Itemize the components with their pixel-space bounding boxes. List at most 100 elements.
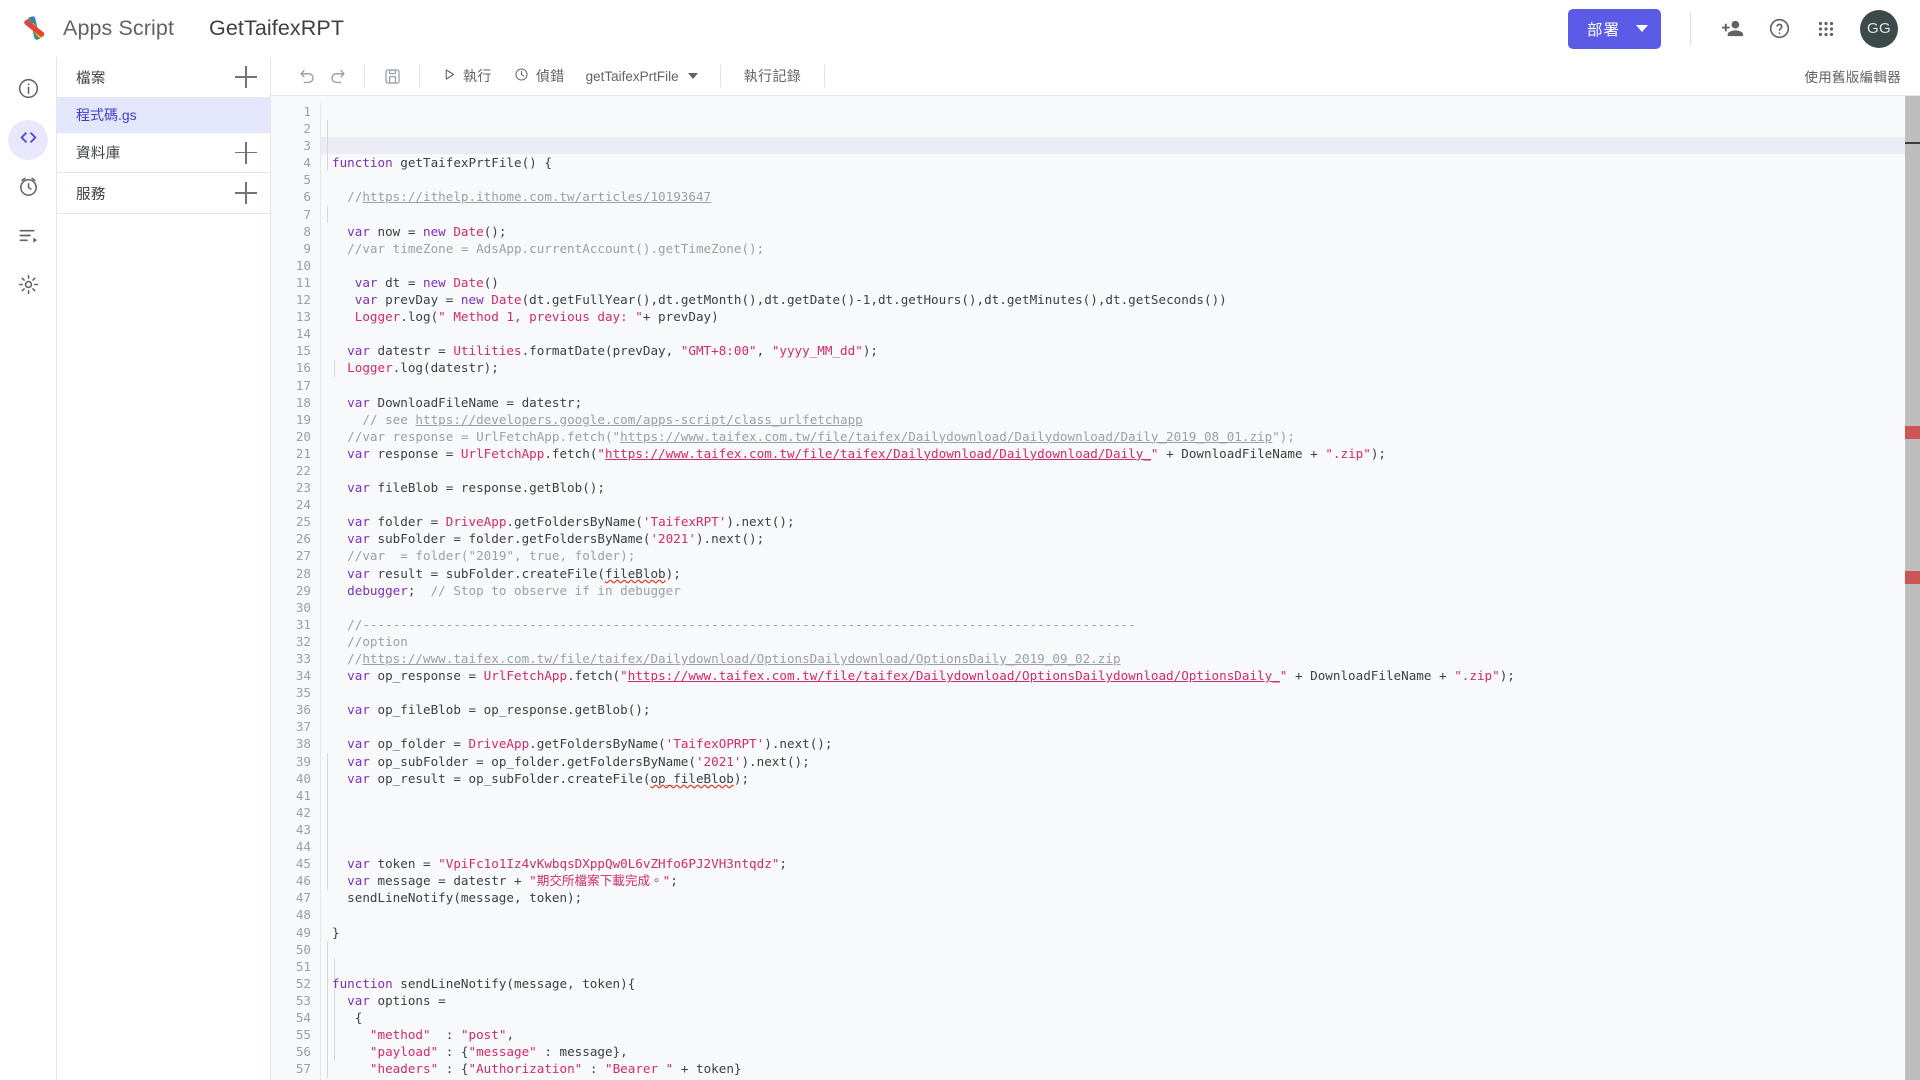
error-marker[interactable]: [1905, 426, 1920, 439]
code-line[interactable]: var subFolder = folder.getFoldersByName(…: [332, 530, 1905, 547]
add-library-icon[interactable]: [235, 141, 257, 164]
deploy-button[interactable]: 部署: [1567, 8, 1661, 49]
code-line[interactable]: var op_subFolder = op_folder.getFoldersB…: [332, 753, 1905, 770]
sidebar-item-executions[interactable]: [8, 218, 48, 258]
code-line[interactable]: var result = subFolder.createFile(fileBl…: [332, 565, 1905, 582]
code-line[interactable]: {: [332, 1009, 1905, 1026]
line-number: 10: [295, 257, 311, 273]
sidebar-item-settings[interactable]: [8, 267, 48, 307]
debug-button[interactable]: 偵錯: [503, 61, 576, 91]
code-line[interactable]: //var response = UrlFetchApp.fetch("http…: [332, 428, 1905, 445]
code-line[interactable]: //option: [332, 633, 1905, 650]
header-actions: 部署 GG: [1567, 7, 1898, 51]
code-editor[interactable]: 1 2 3 4 5 6 7 8 9 10 11 12 13 14 15 16 17 18 19 20 21 22 23 24 2…: [271, 95, 1920, 1080]
code-line[interactable]: [332, 958, 1905, 975]
code-line[interactable]: Logger.log(" Method 1, previous day: "+ …: [332, 308, 1905, 325]
line-number: 18: [295, 394, 311, 410]
code-line[interactable]: [332, 821, 1905, 838]
code-line[interactable]: var message = datestr + "期交所檔案下載完成。";: [332, 872, 1905, 889]
code-line[interactable]: var DownloadFileName = datestr;: [332, 394, 1905, 411]
code-line[interactable]: "method" : "post",: [332, 1026, 1905, 1043]
play-icon: [443, 68, 456, 84]
code-line[interactable]: //https://www.taifex.com.tw/file/taifex/…: [332, 650, 1905, 667]
code-line[interactable]: var fileBlob = response.getBlob();: [332, 479, 1905, 496]
add-file-icon[interactable]: [235, 66, 257, 88]
run-button[interactable]: 執行: [432, 61, 503, 91]
vertical-scrollbar[interactable]: [1905, 96, 1920, 1080]
code-content[interactable]: function getTaifexPrtFile() { //https://…: [320, 103, 1905, 1080]
code-line[interactable]: var prevDay = new Date(dt.getFullYear(),…: [332, 291, 1905, 308]
code-line[interactable]: var now = new Date();: [332, 223, 1905, 240]
code-line[interactable]: var datestr = Utilities.formatDate(prevD…: [332, 342, 1905, 359]
files-section-header[interactable]: 檔案: [57, 57, 270, 98]
active-line-highlight: [321, 137, 1905, 155]
editor-column: 執行 偵錯 getTaifexPrtFile 執行記錄 使用舊版編輯器 1 2 …: [271, 57, 1920, 1080]
code-line[interactable]: var op_folder = DriveApp.getFoldersByNam…: [332, 735, 1905, 752]
line-number: 3: [303, 138, 311, 154]
person-add-icon[interactable]: [1710, 7, 1754, 51]
code-line[interactable]: //--------------------------------------…: [332, 616, 1905, 633]
line-number: 35: [295, 685, 311, 701]
code-line[interactable]: [332, 684, 1905, 701]
code-line[interactable]: var response = UrlFetchApp.fetch("https:…: [332, 445, 1905, 462]
executions-log-button[interactable]: 執行記錄: [733, 61, 813, 91]
line-number: 27: [295, 548, 311, 564]
code-line[interactable]: var op_fileBlob = op_response.getBlob();: [332, 701, 1905, 718]
redo-icon[interactable]: [322, 61, 352, 91]
code-line[interactable]: [332, 718, 1905, 735]
code-line[interactable]: }: [332, 924, 1905, 941]
scrollbar-position-tick: [1905, 142, 1920, 144]
code-line[interactable]: function getTaifexPrtFile() {: [332, 154, 1905, 171]
save-icon[interactable]: [377, 61, 407, 91]
help-icon[interactable]: [1757, 7, 1801, 51]
undo-icon[interactable]: [292, 61, 322, 91]
code-line[interactable]: Logger.log(datestr);: [332, 359, 1905, 376]
services-section-header[interactable]: 服務: [57, 173, 270, 214]
brand[interactable]: Apps Script: [18, 12, 174, 46]
code-line[interactable]: [332, 599, 1905, 616]
code-line[interactable]: var dt = new Date(): [332, 274, 1905, 291]
sidebar-item-triggers[interactable]: [8, 169, 48, 209]
code-area[interactable]: 1 2 3 4 5 6 7 8 9 10 11 12 13 14 15 16 17 18 19 20 21 22 23 24 2…: [271, 96, 1905, 1080]
code-line[interactable]: "payload" : {"message" : message},: [332, 1043, 1905, 1060]
code-line[interactable]: [332, 496, 1905, 513]
code-line[interactable]: //var = folder("2019", true, folder);: [332, 547, 1905, 564]
code-line[interactable]: "headers" : {"Authorization" : "Bearer "…: [332, 1060, 1905, 1077]
chevron-down-icon: [687, 73, 698, 79]
code-line[interactable]: [332, 462, 1905, 479]
code-line[interactable]: // see https://developers.google.com/app…: [332, 411, 1905, 428]
code-line[interactable]: var folder = DriveApp.getFoldersByName('…: [332, 513, 1905, 530]
code-line[interactable]: var token = "VpiFc1o1Iz4vKwbqsDXppQw0L6v…: [332, 855, 1905, 872]
code-line[interactable]: sendLineNotify(message, token);: [332, 889, 1905, 906]
code-line[interactable]: [332, 941, 1905, 958]
project-title[interactable]: GetTaifexRPT: [209, 16, 344, 41]
code-line[interactable]: //https://ithelp.ithome.com.tw/articles/…: [332, 188, 1905, 205]
code-line[interactable]: [332, 906, 1905, 923]
function-selector[interactable]: getTaifexPrtFile: [576, 64, 708, 89]
code-line[interactable]: debugger; // Stop to observe if in debug…: [332, 582, 1905, 599]
code-line[interactable]: [332, 838, 1905, 855]
code-line[interactable]: [332, 257, 1905, 274]
code-line[interactable]: //var timeZone = AdsApp.currentAccount()…: [332, 240, 1905, 257]
code-line[interactable]: [332, 804, 1905, 821]
file-item-code-gs[interactable]: 程式碼.gs: [57, 98, 270, 132]
code-line[interactable]: [332, 206, 1905, 223]
code-line[interactable]: var op_response = UrlFetchApp.fetch("htt…: [332, 667, 1905, 684]
avatar[interactable]: GG: [1860, 9, 1898, 48]
code-line[interactable]: [332, 377, 1905, 394]
chevron-down-icon: [1636, 25, 1648, 32]
code-line[interactable]: var op_result = op_subFolder.createFile(…: [332, 770, 1905, 787]
libraries-section-header[interactable]: 資料庫: [57, 132, 270, 173]
code-line[interactable]: [332, 325, 1905, 342]
sidebar-item-editor[interactable]: [8, 120, 48, 160]
code-line[interactable]: var options =: [332, 992, 1905, 1009]
error-marker[interactable]: [1905, 571, 1920, 584]
code-line[interactable]: function sendLineNotify(message, token){: [332, 975, 1905, 992]
legacy-editor-link[interactable]: 使用舊版編輯器: [1804, 66, 1901, 86]
add-service-icon[interactable]: [235, 182, 257, 204]
code-line[interactable]: [332, 787, 1905, 804]
sidebar-item-overview[interactable]: [8, 71, 48, 111]
line-number: 6: [303, 189, 311, 205]
code-line[interactable]: [332, 171, 1905, 188]
apps-grid-icon[interactable]: [1804, 7, 1848, 51]
